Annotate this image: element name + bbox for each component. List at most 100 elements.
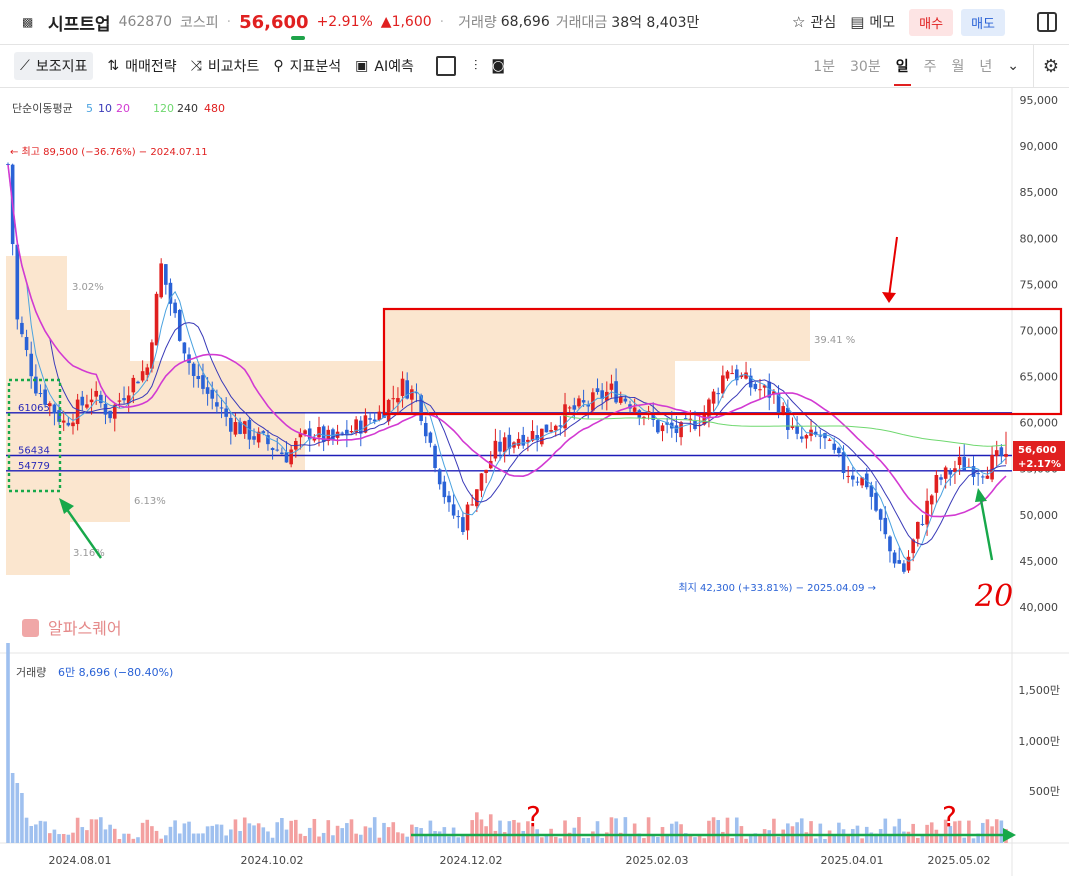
candle-body bbox=[154, 293, 159, 346]
indicator-icon: ⟋ bbox=[20, 58, 30, 74]
volume-bar bbox=[321, 832, 326, 843]
period-more-chevron-icon[interactable]: ⌄ bbox=[1007, 58, 1019, 74]
volume-bar bbox=[609, 817, 614, 843]
candle-body bbox=[340, 432, 345, 434]
candle-body bbox=[832, 443, 837, 450]
candle-body bbox=[465, 504, 470, 531]
y-tick-label: 70,000 bbox=[1020, 324, 1059, 337]
analysis-label: 지표분석 bbox=[289, 59, 342, 75]
red-arrow-head bbox=[882, 292, 896, 303]
volume-bar bbox=[173, 820, 177, 843]
buy-button[interactable]: 매수 bbox=[909, 8, 954, 36]
volume-bar bbox=[252, 825, 256, 843]
price-chart[interactable]: 95,000 90,000 85,000 80,000 75,000 70,000 65,0… bbox=[0, 88, 1069, 876]
candle-body bbox=[131, 377, 136, 393]
volume-bar bbox=[66, 834, 71, 843]
compare-icon: ⤨ bbox=[190, 58, 202, 74]
screenshot-button[interactable]: ◙ bbox=[491, 58, 511, 74]
volume-bar bbox=[108, 824, 112, 843]
volume-bar bbox=[15, 783, 20, 843]
candle-type-button[interactable]: ⫶ bbox=[474, 58, 484, 74]
candle-body bbox=[943, 467, 948, 479]
layout-toggle-icon[interactable] bbox=[1037, 12, 1057, 32]
ai-predict-button[interactable]: ▣ AI예측 bbox=[355, 56, 414, 76]
candle-body bbox=[498, 441, 502, 452]
volume-bar bbox=[298, 833, 303, 843]
candle-body bbox=[841, 452, 846, 473]
candle-body bbox=[191, 363, 196, 376]
volume-bar bbox=[140, 822, 145, 843]
period-1min[interactable]: 1분 bbox=[813, 56, 835, 76]
candle-icon: ⫶ bbox=[473, 58, 478, 74]
candle-body bbox=[939, 477, 943, 480]
volume-bar bbox=[985, 819, 990, 843]
volume-bar bbox=[586, 837, 591, 843]
candle-body bbox=[553, 425, 558, 431]
candle-body bbox=[242, 421, 247, 434]
volume-bar bbox=[734, 817, 739, 843]
sell-button[interactable]: 매도 bbox=[961, 8, 1005, 36]
volume-bar bbox=[405, 836, 409, 843]
volume-bar bbox=[795, 822, 799, 843]
volume-bar bbox=[238, 831, 242, 843]
volume-profile-pct-label: 39.41 % bbox=[814, 335, 855, 346]
period-day[interactable]: 일 bbox=[893, 56, 911, 86]
candle-body bbox=[804, 435, 809, 439]
candle-body bbox=[711, 391, 716, 404]
volume-bar bbox=[916, 837, 920, 843]
compare-button[interactable]: ⤨ 비교차트 bbox=[191, 56, 260, 76]
gear-icon[interactable]: ⚙ bbox=[1043, 56, 1059, 77]
volume-bar bbox=[154, 830, 159, 843]
candle-body bbox=[270, 448, 275, 451]
watch-button[interactable]: ☆ 관심 bbox=[792, 12, 836, 32]
volume-bar bbox=[224, 835, 228, 843]
volume-bar bbox=[707, 820, 711, 843]
period-month[interactable]: 월 bbox=[951, 56, 964, 76]
candle-body bbox=[423, 422, 428, 437]
candle-body bbox=[544, 424, 549, 433]
volume-bar bbox=[553, 836, 558, 843]
volume-bar bbox=[349, 819, 354, 843]
indicators-button[interactable]: ⟋ 보조지표 bbox=[14, 52, 94, 80]
volume-bar bbox=[191, 833, 196, 843]
volume-bar bbox=[656, 836, 660, 843]
stock-name: 시프트업 bbox=[48, 14, 111, 35]
volume-bar bbox=[507, 821, 512, 843]
candle-body bbox=[182, 342, 187, 354]
candle-body bbox=[289, 449, 293, 465]
volume-bar bbox=[280, 818, 284, 843]
volume-bar bbox=[730, 837, 734, 843]
volume-bar bbox=[479, 819, 484, 843]
last-price-label: 56,600 bbox=[1018, 445, 1057, 456]
candle-body bbox=[679, 422, 683, 438]
volume-bar bbox=[827, 830, 832, 843]
volume-bar bbox=[85, 830, 89, 843]
separator-dot: · bbox=[226, 14, 232, 30]
volume-bar bbox=[623, 817, 628, 843]
candle-body bbox=[140, 371, 145, 381]
candle-body bbox=[52, 404, 57, 414]
analysis-button[interactable]: ⚲ 지표분석 bbox=[273, 56, 341, 76]
period-year[interactable]: 년 bbox=[979, 56, 992, 76]
volume-profile-zone bbox=[6, 522, 70, 575]
candle-body bbox=[47, 403, 52, 407]
volume-bar bbox=[642, 838, 646, 843]
period-week[interactable]: 주 bbox=[924, 56, 937, 76]
volume-bar bbox=[400, 833, 405, 843]
square-tool-icon[interactable] bbox=[435, 56, 456, 76]
candle-body bbox=[874, 492, 878, 511]
volume-bar bbox=[600, 837, 604, 843]
memo-button[interactable]: ▤ 메모 bbox=[850, 12, 895, 32]
strategy-button[interactable]: ⇅ 매매전략 bbox=[107, 56, 176, 76]
volume-bar bbox=[721, 831, 725, 843]
y-tick-label: 90,000 bbox=[1020, 140, 1059, 153]
period-30min[interactable]: 30분 bbox=[850, 56, 881, 76]
candle-body bbox=[790, 426, 795, 428]
candle-body bbox=[89, 399, 94, 403]
candle-body bbox=[456, 516, 461, 518]
candle-body bbox=[210, 389, 215, 399]
candle-body bbox=[85, 404, 89, 408]
handwritten-annotation: 20 bbox=[974, 579, 1013, 614]
volume-bar bbox=[201, 833, 205, 843]
volume-bar bbox=[145, 819, 150, 843]
